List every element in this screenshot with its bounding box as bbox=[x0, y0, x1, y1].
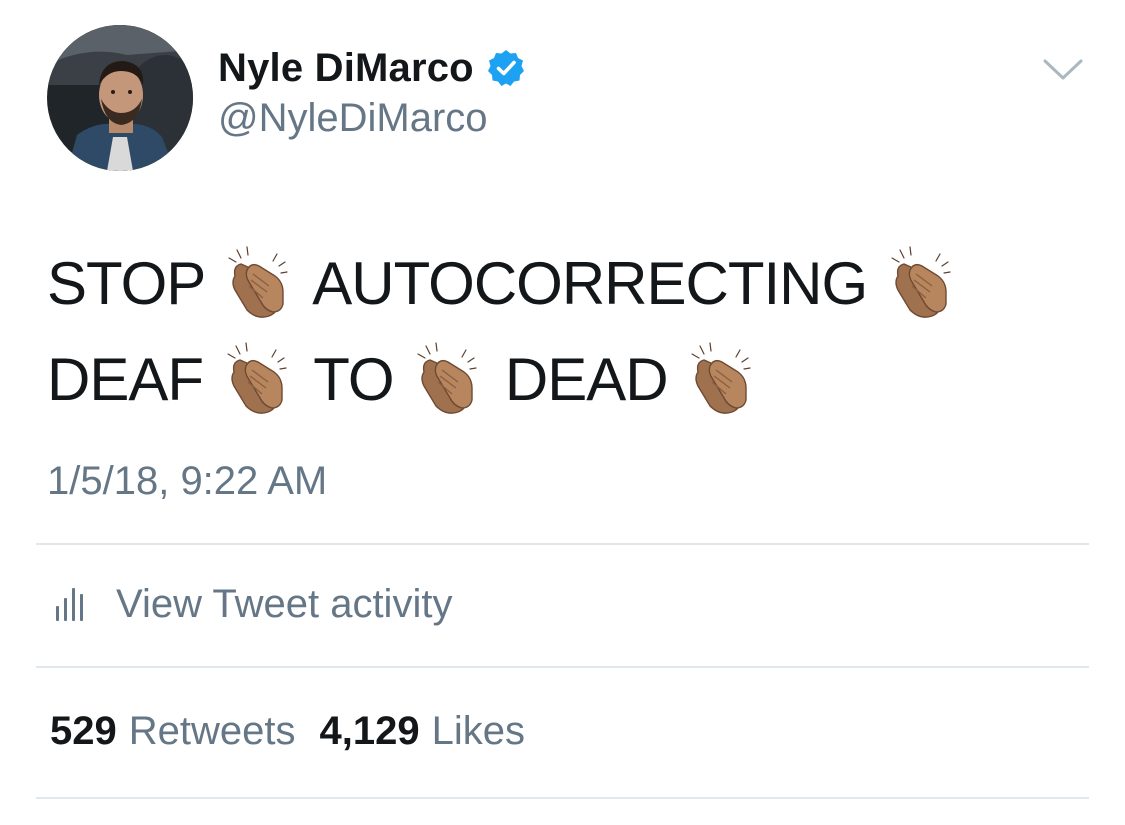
chevron-down-icon[interactable] bbox=[1042, 55, 1084, 85]
divider bbox=[36, 543, 1089, 545]
profile-photo-icon bbox=[47, 25, 193, 171]
tweet-text: STOP AUTOCORRECTING DEAF TO DEAD bbox=[47, 236, 1087, 428]
tweet-word: DEAF bbox=[47, 346, 204, 413]
likes-stat[interactable]: 4,129 Likes bbox=[320, 709, 526, 754]
likes-count: 4,129 bbox=[319, 709, 420, 753]
divider bbox=[36, 797, 1089, 799]
tweet-stats: 529 Retweets 4,129 Likes bbox=[50, 709, 525, 754]
retweets-stat[interactable]: 529 Retweets bbox=[50, 709, 296, 754]
retweets-label: Retweets bbox=[128, 709, 296, 753]
view-tweet-activity-button[interactable]: View Tweet activity bbox=[50, 578, 452, 630]
clapping-hands-emoji-icon bbox=[691, 342, 751, 414]
clapping-hands-emoji-icon bbox=[228, 246, 288, 318]
tweet-word: AUTOCORRECTING bbox=[312, 250, 868, 317]
clapping-hands-emoji-icon bbox=[891, 246, 951, 318]
tweet-word: DEAD bbox=[504, 346, 669, 413]
retweets-count: 529 bbox=[50, 709, 117, 753]
clapping-hands-emoji-icon bbox=[417, 342, 477, 414]
verified-badge-icon bbox=[487, 50, 524, 86]
divider bbox=[36, 666, 1089, 668]
tweet-timestamp[interactable]: 1/5/18, 9:22 AM bbox=[47, 459, 327, 504]
author-display-name: Nyle DiMarco bbox=[218, 45, 474, 90]
author-name-row[interactable]: Nyle DiMarco bbox=[218, 43, 526, 93]
tweet-word: TO bbox=[313, 346, 394, 413]
clapping-hands-emoji-icon bbox=[227, 342, 287, 414]
author-handle[interactable]: @NyleDiMarco bbox=[218, 96, 488, 141]
view-tweet-activity-label: View Tweet activity bbox=[116, 581, 453, 626]
avatar[interactable] bbox=[47, 25, 193, 171]
likes-label: Likes bbox=[431, 709, 525, 753]
tweet-word: STOP bbox=[47, 250, 205, 317]
bar-chart-icon bbox=[56, 588, 83, 621]
